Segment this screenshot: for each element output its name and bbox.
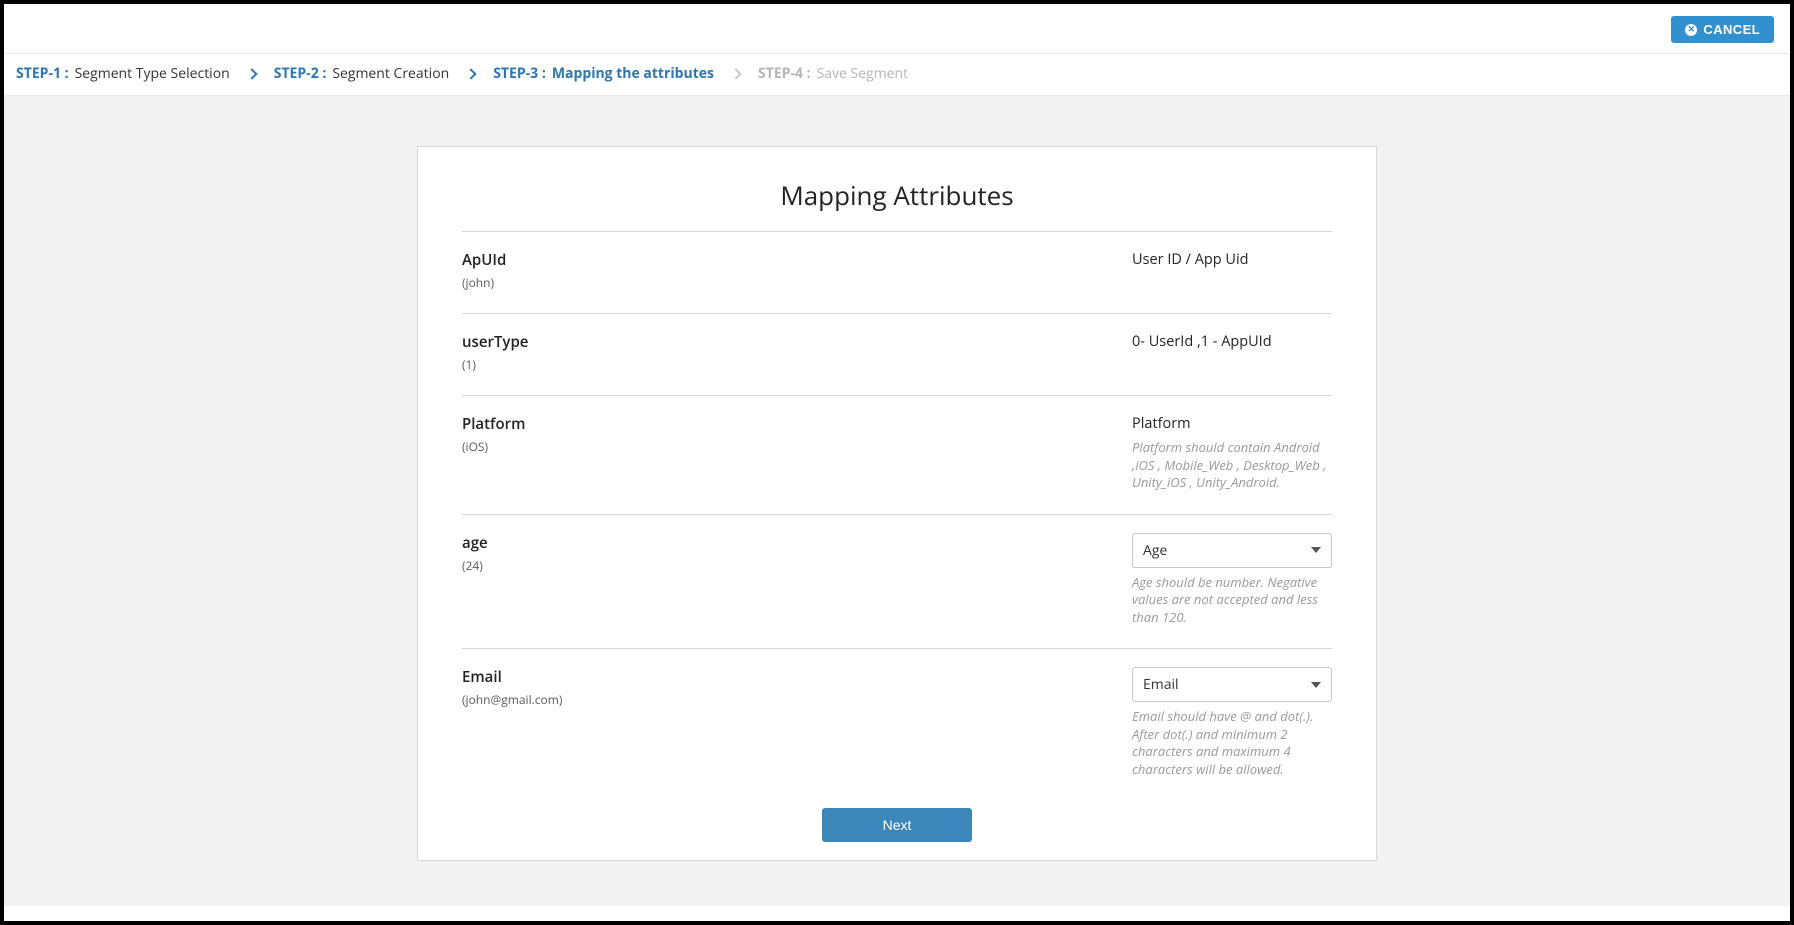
cancel-button[interactable]: ✕ CANCEL [1671, 16, 1774, 43]
breadcrumb-step-2[interactable]: STEP-2 : Segment Creation [274, 64, 449, 83]
map-label: 0- UserId ,1 - AppUId [1132, 332, 1332, 351]
caret-down-icon [1311, 682, 1321, 688]
breadcrumb-step-3[interactable]: STEP-3 : Mapping the attributes [493, 64, 714, 83]
map-hint: Age should be number. Negative values ar… [1132, 574, 1332, 627]
chevron-right-icon [246, 68, 257, 79]
bc-step-label: Segment Creation [332, 64, 449, 83]
email-select[interactable]: Email [1132, 667, 1332, 702]
map-hint: Email should have @ and dot(.). After do… [1132, 708, 1332, 778]
next-button[interactable]: Next [822, 808, 972, 842]
attr-sample: (1) [462, 356, 1132, 373]
bc-step-prefix: STEP-2 : [274, 64, 327, 83]
attr-name: Platform [462, 414, 1132, 434]
breadcrumb-step-4: STEP-4 : Save Segment [758, 64, 908, 83]
next-button-wrap: Next [462, 800, 1332, 842]
bc-step-prefix: STEP-3 : [493, 64, 546, 83]
map-label: Platform [1132, 414, 1332, 433]
breadcrumb-step-1[interactable]: STEP-1 : Segment Type Selection [16, 64, 230, 83]
attr-sample: (iOS) [462, 438, 1132, 455]
header-bar: ✕ CANCEL [4, 4, 1790, 54]
attr-sample: (24) [462, 557, 1132, 574]
page-body: Mapping Attributes ApUId (john) User ID … [4, 96, 1790, 906]
attr-left: userType (1) [462, 332, 1132, 373]
attr-right: Age Age should be number. Negative value… [1132, 533, 1332, 627]
breadcrumb: STEP-1 : Segment Type Selection STEP-2 :… [4, 54, 1790, 96]
select-value: Age [1143, 541, 1167, 560]
attr-row-platform: Platform (iOS) Platform Platform should … [462, 395, 1332, 514]
attr-left: age (24) [462, 533, 1132, 627]
attr-row-usertype: userType (1) 0- UserId ,1 - AppUId [462, 313, 1332, 395]
map-label: User ID / App Uid [1132, 250, 1332, 269]
bc-step-prefix: STEP-4 : [758, 64, 811, 83]
select-value: Email [1143, 675, 1179, 694]
chevron-right-icon [730, 68, 741, 79]
map-hint: Platform should contain Android ,iOS , M… [1132, 439, 1332, 492]
attr-left: Email (john@gmail.com) [462, 667, 1132, 778]
attr-sample: (john) [462, 274, 1132, 291]
attr-row-apuid: ApUId (john) User ID / App Uid [462, 231, 1332, 313]
card-title: Mapping Attributes [462, 177, 1332, 213]
chevron-right-icon [466, 68, 477, 79]
age-select[interactable]: Age [1132, 533, 1332, 568]
mapping-attributes-card: Mapping Attributes ApUId (john) User ID … [417, 146, 1377, 861]
attr-right: User ID / App Uid [1132, 250, 1332, 291]
bc-step-label: Mapping the attributes [552, 64, 714, 83]
cancel-label: CANCEL [1703, 22, 1760, 37]
attr-left: Platform (iOS) [462, 414, 1132, 492]
attr-row-email: Email (john@gmail.com) Email Email shoul… [462, 648, 1332, 800]
attr-row-age: age (24) Age Age should be number. Negat… [462, 514, 1332, 649]
attr-name: ApUId [462, 250, 1132, 270]
attr-name: Email [462, 667, 1132, 687]
attr-right: Platform Platform should contain Android… [1132, 414, 1332, 492]
bc-step-label: Save Segment [817, 64, 909, 83]
caret-down-icon [1311, 547, 1321, 553]
attr-name: userType [462, 332, 1132, 352]
attr-right: Email Email should have @ and dot(.). Af… [1132, 667, 1332, 778]
attr-left: ApUId (john) [462, 250, 1132, 291]
close-icon: ✕ [1685, 24, 1697, 36]
bc-step-prefix: STEP-1 : [16, 64, 69, 83]
attr-sample: (john@gmail.com) [462, 691, 1132, 708]
bc-step-label: Segment Type Selection [75, 64, 230, 83]
attr-name: age [462, 533, 1132, 553]
attr-right: 0- UserId ,1 - AppUId [1132, 332, 1332, 373]
